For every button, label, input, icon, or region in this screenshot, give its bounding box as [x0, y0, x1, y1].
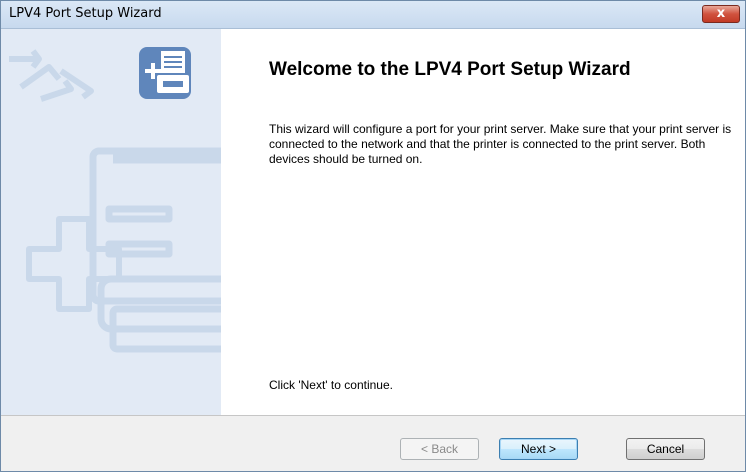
wizard-side-panel — [1, 29, 221, 415]
cancel-button[interactable]: Cancel — [626, 438, 705, 460]
side-panel-graphic — [9, 47, 221, 353]
network-arrows-icon — [9, 49, 94, 102]
next-button[interactable]: Next > — [499, 438, 578, 460]
wizard-window: LPV4 Port Setup Wizard x Welcome to the … — [0, 0, 746, 472]
back-button[interactable]: < Back — [400, 438, 479, 460]
continue-hint: Click 'Next' to continue. — [269, 378, 393, 392]
close-button[interactable]: x — [702, 5, 740, 23]
wizard-description: This wizard will configure a port for yo… — [269, 122, 732, 166]
window-title: LPV4 Port Setup Wizard — [9, 6, 162, 21]
button-bar: < Back Next > Cancel — [1, 415, 745, 471]
add-printer-icon — [139, 47, 191, 99]
page-title: Welcome to the LPV4 Port Setup Wizard — [269, 59, 631, 80]
printer-watermark-icon — [26, 147, 221, 353]
wizard-content: Welcome to the LPV4 Port Setup Wizard Th… — [221, 29, 745, 415]
close-icon: x — [716, 6, 726, 21]
title-bar: LPV4 Port Setup Wizard x — [1, 1, 745, 29]
